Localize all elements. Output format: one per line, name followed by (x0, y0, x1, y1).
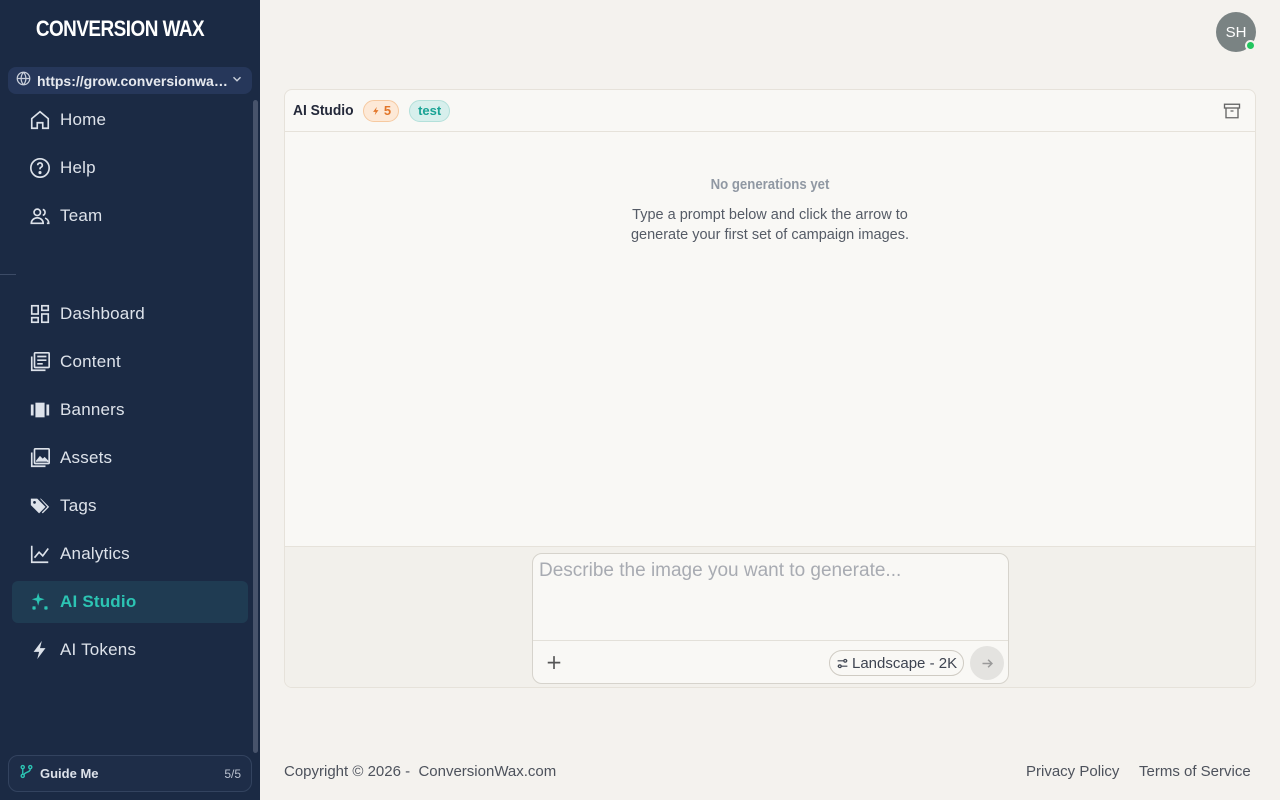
sidebar-item-label: AI Tokens (60, 640, 137, 659)
chart-line-icon (28, 542, 52, 566)
globe-icon (16, 71, 31, 90)
page-title: AI Studio (293, 102, 354, 119)
sidebar-item-dashboard[interactable]: Dashboard (12, 293, 248, 335)
sidebar-item-team[interactable]: Team (12, 195, 248, 237)
footer-copyright: Copyright © 2026 - ConversionWax.com (284, 763, 557, 780)
sidebar-item-ai-studio[interactable]: AI Studio (12, 581, 248, 623)
site-selector[interactable]: https://grow.conversionwax.com (8, 67, 252, 94)
sidebar-item-label: Help (60, 158, 96, 177)
content-icon (28, 350, 52, 374)
sidebar-item-help[interactable]: Help (12, 147, 248, 189)
plus-icon[interactable]: + (545, 652, 563, 672)
sidebar-item-label: Assets (60, 448, 113, 467)
sidebar-item-label: Team (60, 206, 103, 225)
site-selector-url: https://grow.conversionwax.com (37, 72, 230, 89)
dashboard-icon (28, 302, 52, 326)
prompt-composer: + Landscape - 2K (532, 553, 1009, 684)
guide-progress: 5/5 (224, 766, 241, 781)
composer-area: + Landscape - 2K (285, 546, 1255, 687)
token-badge: 5 (362, 99, 400, 122)
sidebar-item-banners[interactable]: Banners (12, 389, 248, 431)
sidebar-item-analytics[interactable]: Analytics (12, 533, 248, 575)
bolt-icon (28, 638, 52, 662)
bolt-icon (372, 106, 379, 115)
size-option-button[interactable]: Landscape - 2K (829, 650, 965, 676)
sidebar-item-label: Dashboard (60, 304, 145, 323)
empty-state-description: Type a prompt below and click the arrow … (630, 207, 910, 243)
sidebar-item-home[interactable]: Home (12, 99, 248, 141)
sidebar-item-label: Content (60, 352, 121, 371)
online-status-dot (1245, 40, 1256, 51)
guide-me-label: Guide Me (40, 766, 99, 781)
home-icon (28, 108, 52, 132)
sidebar-item-label: Home (60, 110, 107, 129)
sidebar-item-assets[interactable]: Assets (12, 437, 248, 479)
tags-icon (28, 494, 52, 518)
users-icon (28, 204, 52, 228)
help-circle-icon (28, 156, 52, 180)
sidebar-scrollbar[interactable] (253, 100, 258, 753)
token-count: 5 (383, 103, 392, 118)
panel-header: AI Studio 5 test (285, 90, 1255, 132)
sidebar-divider (0, 274, 16, 275)
sidebar-item-label: AI Studio (60, 592, 137, 611)
sidebar-item-label: Tags (60, 496, 97, 515)
sidebar: CONVERSION WAX https://grow.conversionwa… (0, 0, 260, 800)
user-avatar[interactable]: SH (1216, 12, 1256, 52)
composer-toolbar: + Landscape - 2K (533, 640, 1008, 684)
size-option-label: Landscape - 2K (852, 654, 958, 672)
ai-studio-panel: AI Studio 5 test No generations yet Type… (284, 89, 1256, 688)
sidebar-item-label: Banners (60, 400, 125, 419)
sidebar-item-tags[interactable]: Tags (12, 485, 248, 527)
environment-badge: test (409, 99, 451, 122)
privacy-policy-link[interactable]: Privacy Policy (1026, 763, 1119, 780)
sidebar-item-ai-tokens[interactable]: AI Tokens (12, 629, 248, 671)
sidebar-item-content[interactable]: Content (12, 341, 248, 383)
terms-of-service-link[interactable]: Terms of Service (1139, 763, 1251, 780)
sliders-icon (837, 658, 848, 668)
sparkles-icon (28, 590, 52, 614)
arrow-right-icon (982, 658, 993, 668)
empty-state-title: No generations yet (710, 176, 830, 193)
brand-logo[interactable]: CONVERSION WAX (17, 16, 223, 42)
banners-icon (28, 398, 52, 422)
avatar-initials: SH (1225, 23, 1247, 41)
send-button[interactable] (970, 646, 1004, 680)
sidebar-item-label: Analytics (60, 544, 130, 563)
archive-icon[interactable] (1223, 102, 1241, 120)
image-icon (28, 446, 52, 470)
guide-me-button[interactable]: Guide Me 5/5 (8, 755, 252, 792)
route-icon (19, 764, 34, 783)
prompt-input[interactable] (539, 560, 1001, 632)
chevron-down-icon (230, 71, 244, 90)
